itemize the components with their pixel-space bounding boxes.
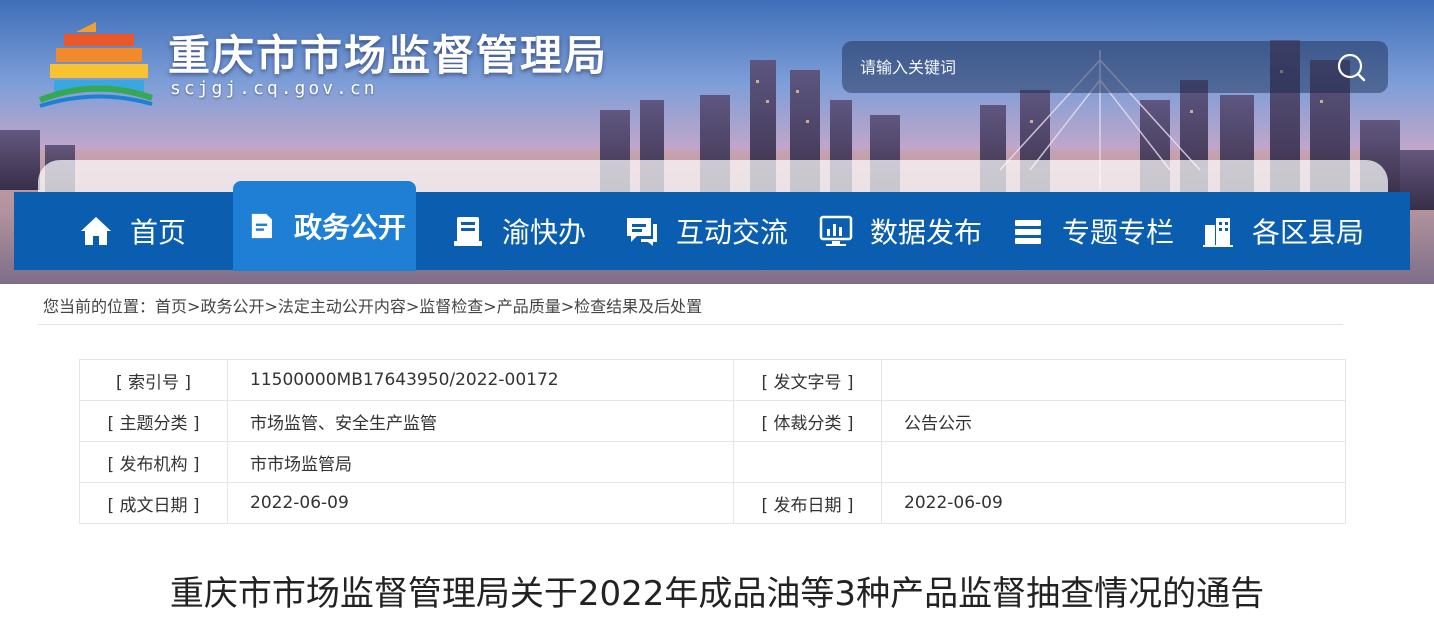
document-icon xyxy=(251,213,272,239)
info-value: 2022-06-09 xyxy=(227,482,734,524)
article-title: 重庆市市场监督管理局关于2022年成品油等3种产品监督抽查情况的通告 xyxy=(169,574,1265,614)
breadcrumb-separator: > xyxy=(405,297,420,316)
breadcrumb-link[interactable]: 检查结果及后处置 xyxy=(574,297,702,316)
breadcrumb-link[interactable]: 产品质量 xyxy=(497,297,561,316)
info-value: 公告公示 xyxy=(881,400,1346,442)
search-input[interactable] xyxy=(842,41,1322,93)
info-label: [ 发文字号 ] xyxy=(733,359,882,401)
cq-logo-mark-icon xyxy=(38,22,154,108)
breadcrumb: 您当前的位置：首页>政务公开>法定主动公开内容>监督检查>产品质量>检查结果及后… xyxy=(43,293,702,317)
search-icon[interactable] xyxy=(1332,51,1372,83)
nav-item-home[interactable]: 首页 xyxy=(78,192,186,270)
home-icon xyxy=(81,217,111,245)
info-label: [ 发布日期 ] xyxy=(733,482,882,524)
search-box xyxy=(842,41,1388,93)
building-icon xyxy=(1203,218,1233,247)
info-label: [ 体裁分类 ] xyxy=(733,400,882,442)
nav-item-data-release[interactable]: 数据发布 xyxy=(818,192,982,270)
breadcrumb-link[interactable]: 法定主动公开内容 xyxy=(278,297,406,316)
breadcrumb-separator: > xyxy=(264,297,278,316)
info-label: [ 索引号 ] xyxy=(79,359,228,401)
nav-item-special-topics[interactable]: 专题专栏 xyxy=(1010,192,1174,270)
breadcrumb-prefix: 您当前的位置： xyxy=(43,297,156,316)
nav-item-interaction[interactable]: 互动交流 xyxy=(624,192,788,270)
nav-item-government-affairs[interactable]: 政务公开 xyxy=(233,181,416,271)
chat-icon xyxy=(627,218,657,246)
breadcrumb-link[interactable]: 政务公开 xyxy=(200,297,264,316)
nav-item-label: 首页 xyxy=(130,216,187,249)
nav-item-district-bureaus[interactable]: 各区县局 xyxy=(1200,192,1364,270)
info-value xyxy=(881,359,1346,401)
info-label: [ 主题分类 ] xyxy=(79,400,228,442)
breadcrumb-separator: > xyxy=(187,297,201,316)
table-row: [ 主题分类 ] 市场监管、安全生产监管 [ 体裁分类 ] 公告公示 xyxy=(79,400,1346,442)
info-value: 市场监管、安全生产监管 xyxy=(227,400,734,442)
site-title: 重庆市市场监督管理局 xyxy=(168,31,609,80)
breadcrumb-separator: > xyxy=(483,297,497,316)
breadcrumb-divider xyxy=(38,324,1343,325)
nav-item-label: 各区县局 xyxy=(1252,216,1365,249)
breadcrumb-link[interactable]: 监督检查 xyxy=(419,297,483,316)
info-label: [ 发布机构 ] xyxy=(79,441,228,483)
nav-item-label: 互动交流 xyxy=(676,216,789,249)
info-value: 2022-06-09 xyxy=(881,482,1346,524)
data-chart-icon xyxy=(819,215,853,246)
table-row: [ 发布机构 ] 市市场监管局 xyxy=(79,441,1346,483)
service-icon xyxy=(454,217,482,246)
nav-item-label: 数据发布 xyxy=(870,216,983,249)
header-banner: 重庆市市场监督管理局 scjgj.cq.gov.cn 首页 政务公开 xyxy=(0,0,1434,284)
document-info-table: [ 索引号 ] 11500000MB17643950/2022-00172 [ … xyxy=(79,359,1346,524)
stack-icon xyxy=(1015,220,1041,244)
nav-item-yukuaiban[interactable]: 渝快办 xyxy=(450,192,586,270)
info-label: [ 成文日期 ] xyxy=(79,482,228,524)
info-value xyxy=(881,441,1346,483)
breadcrumb-link[interactable]: 首页 xyxy=(155,297,187,316)
nav-item-label: 专题专栏 xyxy=(1062,216,1175,249)
table-row: [ 索引号 ] 11500000MB17643950/2022-00172 [ … xyxy=(79,359,1346,401)
table-row: [ 成文日期 ] 2022-06-09 [ 发布日期 ] 2022-06-09 xyxy=(79,482,1346,524)
main-nav: 首页 政务公开 渝快办 互动交流 数据发布 专题专栏 各区县局 xyxy=(14,181,1410,271)
site-domain: scjgj.cq.gov.cn xyxy=(170,78,378,99)
info-label xyxy=(733,441,882,483)
info-value: 市市场监管局 xyxy=(227,441,734,483)
nav-item-label: 渝快办 xyxy=(502,216,587,249)
info-value: 11500000MB17643950/2022-00172 xyxy=(227,359,734,401)
site-logo[interactable]: 重庆市市场监督管理局 scjgj.cq.gov.cn xyxy=(36,18,606,108)
breadcrumb-separator: > xyxy=(560,297,575,316)
nav-item-label: 政务公开 xyxy=(293,211,406,244)
